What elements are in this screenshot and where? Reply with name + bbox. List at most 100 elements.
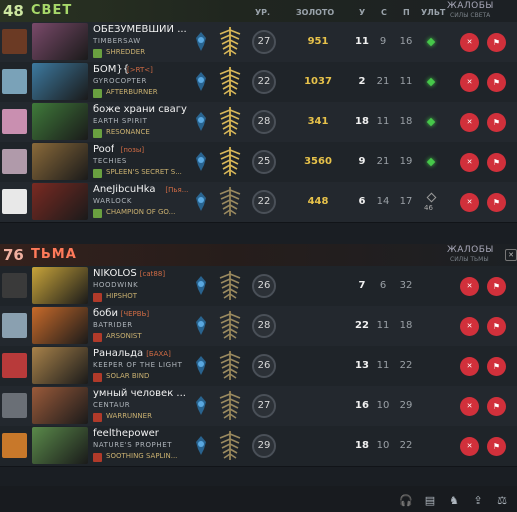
player-avatar[interactable]: [2, 433, 27, 458]
aegis-item-icon: [192, 191, 210, 213]
mute-button[interactable]: ✕: [460, 317, 479, 336]
hero-level: 25: [252, 150, 276, 174]
col-ult: УЛЬТ: [421, 8, 446, 17]
share-icon[interactable]: ⇪: [471, 494, 485, 508]
dire-score: 76: [3, 246, 24, 264]
player-avatar[interactable]: [2, 189, 27, 214]
talent-tree-icon[interactable]: [215, 388, 245, 422]
dire-header: 76 ТЬМА ЖАЛОБЫ СИЛЫ ТЬМЫ: [0, 244, 517, 266]
hero-portrait: [32, 183, 88, 220]
radiant-reports-sub: СИЛЫ СВЕТА: [450, 12, 491, 19]
player-name[interactable]: БОМ}{: [93, 64, 129, 75]
mute-all-icon[interactable]: ✕: [505, 249, 517, 261]
ult-ready-icon: [426, 117, 436, 127]
ult-cooldown: 46: [424, 204, 433, 212]
mute-button[interactable]: ✕: [460, 397, 479, 416]
kills: 9: [358, 156, 366, 167]
hero-portrait: [32, 103, 88, 140]
talent-tree-icon[interactable]: [215, 24, 245, 58]
player-row: NIKOLOS [cat88] HOODWINK HIPSHOT 26 7 6 …: [0, 266, 517, 307]
radiant-reports-title: ЖАЛОБЫ: [447, 1, 494, 11]
talent-name: SPLEEN'S SECRET S...: [106, 168, 182, 176]
player-avatar[interactable]: [2, 69, 27, 94]
player-avatar[interactable]: [2, 29, 27, 54]
hero-portrait: [32, 347, 88, 384]
hero-level: 29: [252, 434, 276, 458]
kills: 7: [358, 280, 366, 291]
report-button[interactable]: ⚑: [487, 33, 506, 52]
player-name[interactable]: feelthepower: [93, 428, 159, 439]
guild-tag: [Пья...: [165, 186, 189, 194]
talent-icon: [93, 453, 102, 462]
player-avatar[interactable]: [2, 149, 27, 174]
talent-icon: [93, 169, 102, 178]
mute-button[interactable]: ✕: [460, 357, 479, 376]
aegis-item-icon: [192, 355, 210, 377]
aegis-item-icon: [192, 315, 210, 337]
report-button[interactable]: ⚑: [487, 397, 506, 416]
aegis-item-icon: [192, 151, 210, 173]
talent-icon: [93, 373, 102, 382]
headset-icon[interactable]: 🎧: [399, 494, 413, 508]
player-name[interactable]: боби: [93, 308, 118, 319]
player-name[interactable]: NIKOLOS: [93, 268, 137, 279]
player-name[interactable]: умный человек ...: [93, 388, 186, 399]
player-avatar[interactable]: [2, 393, 27, 418]
talent-tree-icon[interactable]: [215, 268, 245, 302]
report-button[interactable]: ⚑: [487, 113, 506, 132]
assists: 22: [399, 440, 413, 451]
player-row: боби [ЧЕРВЬ] BATRIDER ARSONIST 28 22 11 …: [0, 306, 517, 347]
deaths: 6: [379, 280, 387, 291]
talent-tree-icon[interactable]: [215, 428, 245, 462]
radiant-team-name: СВЕТ: [31, 3, 73, 18]
dire-team-name: ТЬМА: [31, 247, 77, 262]
player-name[interactable]: AneJibcuHka: [93, 184, 156, 195]
assists: 19: [399, 156, 413, 167]
deaths: 10: [376, 400, 390, 411]
talent-name: SOLAR BIND: [106, 372, 150, 380]
talent-tree-icon[interactable]: [215, 184, 245, 218]
player-avatar[interactable]: [2, 313, 27, 338]
report-button[interactable]: ⚑: [487, 317, 506, 336]
talent-tree-icon[interactable]: [215, 64, 245, 98]
report-button[interactable]: ⚑: [487, 357, 506, 376]
player-avatar[interactable]: [2, 273, 27, 298]
hero-portrait: [32, 23, 88, 60]
report-button[interactable]: ⚑: [487, 193, 506, 212]
talent-icon: [93, 89, 102, 98]
player-row: AneJibcuHka [Пья... WARLOCK CHAMPION OF …: [0, 182, 517, 223]
radiant-score: 48: [3, 2, 24, 20]
mute-button[interactable]: ✕: [460, 113, 479, 132]
deaths: 14: [376, 196, 390, 207]
ult-ready-icon: [426, 157, 436, 167]
aegis-item-icon: [192, 31, 210, 53]
player-avatar[interactable]: [2, 353, 27, 378]
mute-button[interactable]: ✕: [460, 73, 479, 92]
mute-button[interactable]: ✕: [460, 277, 479, 296]
scale-icon[interactable]: ⚖: [495, 494, 509, 508]
player-name[interactable]: Poof: [93, 144, 114, 155]
player-name[interactable]: ОБЕЗУМЕВШИЙ ...: [93, 24, 187, 35]
talent-tree-icon[interactable]: [215, 104, 245, 138]
aegis-item-icon: [192, 435, 210, 457]
report-button[interactable]: ⚑: [487, 153, 506, 172]
mute-button[interactable]: ✕: [460, 437, 479, 456]
report-button[interactable]: ⚑: [487, 437, 506, 456]
deaths: 21: [376, 156, 390, 167]
player-name[interactable]: Ранальда: [93, 348, 143, 359]
mute-button[interactable]: ✕: [460, 193, 479, 212]
mute-button[interactable]: ✕: [460, 33, 479, 52]
mute-button[interactable]: ✕: [460, 153, 479, 172]
kills: 18: [355, 116, 369, 127]
talent-tree-icon[interactable]: [215, 308, 245, 342]
talent-tree-icon[interactable]: [215, 144, 245, 178]
scoreboard-icon[interactable]: ▤: [423, 494, 437, 508]
player-avatar[interactable]: [2, 109, 27, 134]
hero-portrait: [32, 307, 88, 344]
assists: 16: [399, 36, 413, 47]
courier-icon[interactable]: ♞: [447, 494, 461, 508]
player-name[interactable]: боже храни свагу: [93, 104, 187, 115]
talent-tree-icon[interactable]: [215, 348, 245, 382]
report-button[interactable]: ⚑: [487, 73, 506, 92]
report-button[interactable]: ⚑: [487, 277, 506, 296]
